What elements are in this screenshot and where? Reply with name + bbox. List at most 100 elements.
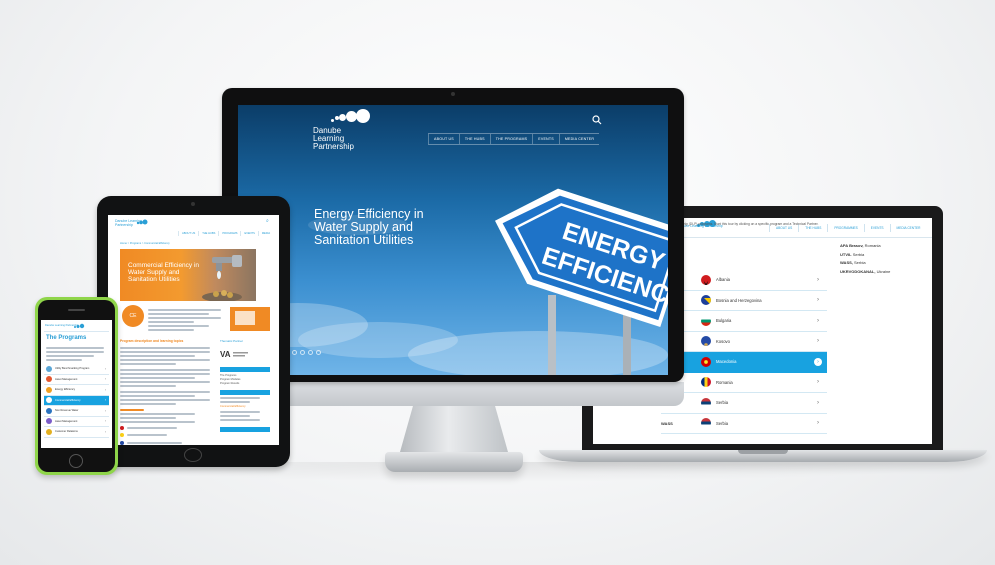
list-item[interactable]: Serbia › bbox=[661, 393, 827, 414]
sidebar-link[interactable]: Commercial Efficiency bbox=[220, 405, 270, 409]
kosovo-flag-icon bbox=[701, 336, 711, 347]
laptop-intro-text: Partnership (DLP) programs. Start this t… bbox=[671, 222, 819, 226]
monitor-stand-base bbox=[385, 452, 523, 472]
list-item[interactable]: ran Romania › bbox=[661, 373, 827, 393]
phone-logo-icon bbox=[74, 323, 85, 329]
sidebar-link[interactable]: Program Results bbox=[220, 382, 270, 386]
flag-icon bbox=[120, 440, 124, 445]
list-item[interactable]: Energy Efficiency › bbox=[44, 385, 109, 396]
tablet-nav-about[interactable]: ABOUT US bbox=[178, 231, 198, 236]
program-list: Utility Benchmarking Program › Asset Man… bbox=[44, 364, 109, 438]
list-item[interactable]: Asset Management › bbox=[44, 417, 109, 427]
row-name: Romania bbox=[716, 379, 733, 385]
tablet-screen: Danube Learning Partnership ⌕ ABOUT US T… bbox=[108, 215, 279, 445]
nav-events[interactable]: EVENTS bbox=[532, 134, 559, 144]
sidebar-link[interactable] bbox=[220, 415, 270, 417]
sidebar-link[interactable] bbox=[220, 419, 270, 421]
list-item[interactable]: WASS Serbia › bbox=[661, 414, 827, 434]
phone-screen: Danube Learning Partnership The Programs… bbox=[41, 320, 112, 448]
macedonia-flag-icon bbox=[701, 356, 711, 367]
list-item[interactable]: Utility Benchmarking Program › bbox=[44, 364, 109, 375]
section-body bbox=[120, 345, 214, 425]
tablet-nav-events[interactable]: EVENTS bbox=[240, 231, 257, 236]
nav-the-programs[interactable]: THE PROGRAMS bbox=[489, 134, 533, 144]
chevron-right-icon: › bbox=[817, 420, 819, 427]
section-heading: Program description and learning topics bbox=[120, 339, 184, 343]
breadcrumb[interactable]: Home > Programs > Commercial Efficiency bbox=[120, 242, 170, 245]
program-label: Non Revenue Water bbox=[55, 409, 79, 413]
va-logo-icon: VA bbox=[220, 350, 248, 359]
list-item-active[interactable]: Macedonia › bbox=[661, 352, 827, 373]
chevron-right-icon: › bbox=[104, 429, 106, 434]
sidebar-link[interactable] bbox=[220, 397, 270, 399]
chevron-right-icon: › bbox=[104, 366, 106, 371]
slider-dot[interactable] bbox=[308, 350, 313, 355]
chevron-right-icon: › bbox=[817, 379, 819, 386]
banner-title: Commercial Efficiency in Water Supply an… bbox=[128, 262, 200, 283]
partner-row[interactable] bbox=[120, 425, 214, 431]
laptop-partner-list: APA Brasov, Romania UTVIL Serbia WASS, S… bbox=[840, 242, 930, 276]
partner-name: UKRVODOKANAL, bbox=[840, 268, 876, 274]
chevron-right-icon: › bbox=[817, 276, 819, 283]
program-icon bbox=[46, 418, 52, 425]
partner-item[interactable]: APA Brasov, Romania bbox=[840, 242, 930, 251]
bosnia-flag-icon bbox=[701, 295, 711, 306]
flag-icon bbox=[120, 433, 124, 437]
slider-dot[interactable] bbox=[300, 350, 305, 355]
program-label: Asset Management bbox=[55, 377, 78, 381]
partner-row[interactable] bbox=[120, 432, 214, 438]
row-name: Kosovo bbox=[716, 338, 730, 344]
list-item[interactable]: Non Revenue Water › bbox=[44, 406, 109, 417]
tablet-nav-programs[interactable]: PROGRAMS bbox=[218, 231, 240, 236]
download-card[interactable] bbox=[230, 307, 270, 331]
partner-name: WASS, bbox=[840, 260, 853, 265]
search-icon[interactable]: ⌕ bbox=[266, 218, 269, 224]
nav-the-hubs[interactable]: THE HUBS bbox=[458, 134, 490, 144]
tablet-nav-hubs[interactable]: THE HUBS bbox=[198, 231, 218, 236]
row-name: Macedonia bbox=[716, 359, 737, 365]
monitor-screen: ENERGY EFFICIENCY Danube Learning Partne… bbox=[238, 105, 668, 375]
row-name: Bosnia and Herzegovina bbox=[716, 297, 762, 303]
list-item[interactable]: Kosovo › bbox=[661, 332, 827, 352]
tablet-nav: ABOUT US THE HUBS PROGRAMS EVENTS MEDIA bbox=[178, 231, 273, 236]
list-item-active[interactable]: Commercial Efficiency › bbox=[44, 395, 109, 406]
camera-icon bbox=[451, 92, 455, 96]
serbia-flag-icon bbox=[701, 418, 711, 429]
slider-dot[interactable] bbox=[292, 350, 297, 355]
chevron-right-icon: › bbox=[817, 297, 819, 304]
list-item[interactable]: O Albania › bbox=[661, 270, 827, 291]
devices-showcase: Danube Learning Partnership ABOUT US THE… bbox=[0, 0, 995, 565]
partner-item[interactable]: UTVIL Serbia bbox=[840, 251, 930, 260]
monitor-header: Danube Learning Partnership ABOUT US THE… bbox=[238, 105, 668, 155]
chevron-right-icon: › bbox=[104, 377, 106, 382]
list-item[interactable]: Bosnia and Herzegovina › bbox=[661, 291, 827, 311]
laptop-nav-events[interactable]: EVENTS bbox=[863, 224, 890, 232]
list-item[interactable]: Asset Management › bbox=[44, 375, 109, 385]
laptop-nav-media[interactable]: MEDIA CENTER bbox=[889, 224, 927, 232]
list-item[interactable]: Bulgaria › bbox=[661, 311, 827, 332]
nav-about-us[interactable]: ABOUT US bbox=[428, 134, 459, 144]
slider-dot[interactable] bbox=[316, 350, 321, 355]
partner-item[interactable]: WASS, Serbia bbox=[840, 259, 930, 268]
chevron-right-icon: › bbox=[817, 317, 819, 324]
logo-line-3: Partnership bbox=[313, 142, 354, 151]
sidebar-link[interactable] bbox=[220, 411, 270, 413]
laptop-notch bbox=[738, 450, 788, 454]
svg-text:VA: VA bbox=[220, 350, 231, 358]
list-item[interactable]: Customer Relations › bbox=[44, 427, 109, 438]
document-icon bbox=[235, 311, 255, 325]
tablet-nav-media[interactable]: MEDIA bbox=[257, 231, 273, 236]
sidebar-link[interactable] bbox=[220, 401, 270, 403]
home-button[interactable] bbox=[69, 454, 83, 468]
phone-page-title: The Programs bbox=[46, 335, 87, 341]
energy-efficiency-sign: ENERGY EFFICIENCY bbox=[495, 188, 668, 375]
search-icon[interactable] bbox=[592, 115, 602, 125]
partner-item[interactable]: UKRVODOKANAL, Ukraine bbox=[840, 268, 930, 277]
phone-device: Danube Learning Partnership The Programs… bbox=[35, 297, 118, 475]
monitor-logo[interactable]: Danube Learning Partnership bbox=[313, 109, 370, 151]
program-summary bbox=[148, 307, 224, 333]
tablet-logo-icon bbox=[136, 219, 148, 225]
partner-row[interactable] bbox=[120, 440, 214, 446]
nav-media-center[interactable]: MEDIA CENTER bbox=[558, 134, 599, 144]
home-button[interactable] bbox=[184, 448, 202, 462]
